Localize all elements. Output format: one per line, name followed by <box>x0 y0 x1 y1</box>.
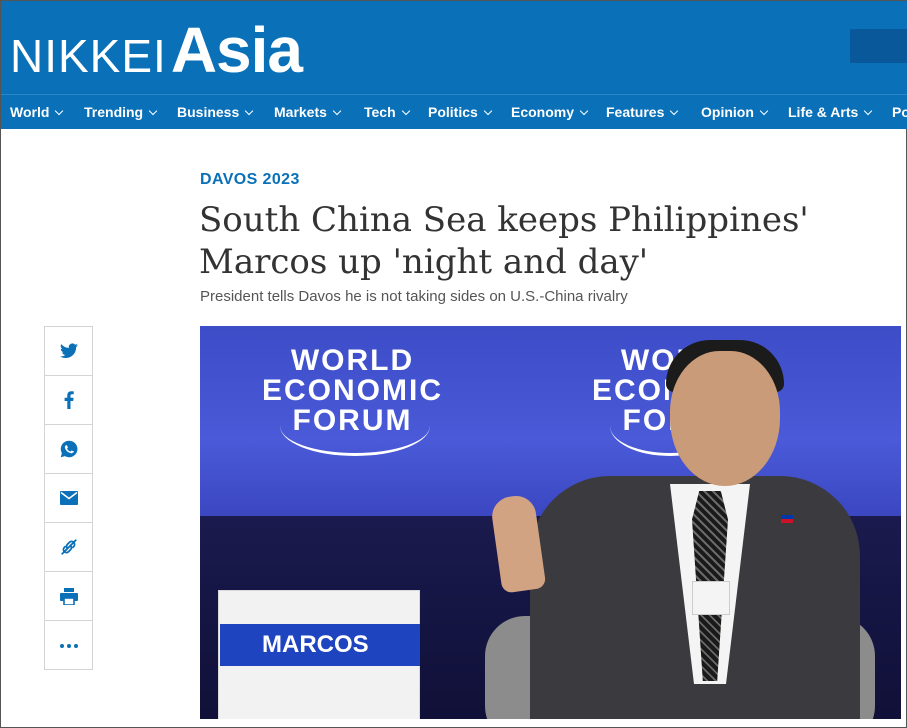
share-twitter-button[interactable] <box>45 327 92 376</box>
article-kicker[interactable]: DAVOS 2023 <box>200 171 300 189</box>
nav-politics[interactable]: Politics <box>428 95 493 129</box>
nav-trending[interactable]: Trending <box>84 95 158 129</box>
philippines-flag-pin <box>781 515 793 523</box>
nav-label: Opinion <box>701 104 754 120</box>
nav-features[interactable]: Features <box>606 95 679 129</box>
nav-label: World <box>10 104 50 120</box>
chevron-down-icon <box>579 106 589 116</box>
main-nav: World Trending Business Markets Tech Pol… <box>1 94 907 129</box>
share-email-button[interactable] <box>45 474 92 523</box>
nav-label: Features <box>606 104 665 120</box>
article-subhead: President tells Davos he is not taking s… <box>200 288 628 305</box>
share-facebook-button[interactable] <box>45 376 92 425</box>
hero-image: WORLD ECONOMIC FORUM WORLD ECONOMIC FORU… <box>200 326 901 719</box>
chevron-down-icon <box>670 106 679 116</box>
nav-label: Trending <box>84 104 144 120</box>
nav-label: Economy <box>511 104 575 120</box>
whatsapp-icon <box>60 440 77 458</box>
share-rail <box>44 326 93 670</box>
logo-asia-text: Asia <box>170 14 303 86</box>
nikkei-asia-logo[interactable]: NIKKEIAsia <box>10 13 303 87</box>
chevron-down-icon <box>55 106 64 116</box>
speaker-badge <box>692 581 730 615</box>
share-copy-link-button[interactable] <box>45 523 92 572</box>
share-whatsapp-button[interactable] <box>45 425 92 474</box>
twitter-icon <box>59 343 78 359</box>
masthead: NIKKEIAsia <box>1 1 907 94</box>
speaker-head <box>670 351 780 486</box>
nav-label: Po <box>892 104 907 120</box>
email-icon <box>59 491 78 505</box>
chevron-down-icon <box>483 106 493 116</box>
nav-politics-overflow[interactable]: Po <box>892 95 907 129</box>
header-search-box[interactable] <box>850 29 907 63</box>
nav-label: Markets <box>274 104 327 120</box>
nav-label: Life & Arts <box>788 104 859 120</box>
chevron-down-icon <box>245 106 254 116</box>
more-options-button[interactable] <box>45 621 92 670</box>
name-plate-text: MARCOS <box>262 631 369 658</box>
article-headline: South China Sea keeps Philippines' Marco… <box>199 200 809 282</box>
chevron-down-icon <box>401 106 410 116</box>
copy-link-icon <box>60 539 77 555</box>
nav-tech[interactable]: Tech <box>364 95 410 129</box>
print-button[interactable] <box>45 572 92 621</box>
wef-line-1: WORLD <box>290 344 415 377</box>
chevron-down-icon <box>864 106 873 116</box>
facebook-icon <box>64 391 74 409</box>
chevron-down-icon <box>148 106 158 116</box>
nav-markets[interactable]: Markets <box>274 95 342 129</box>
more-icon <box>59 643 78 648</box>
logo-nikkei-text: NIKKEI <box>10 30 167 82</box>
nav-world[interactable]: World <box>10 95 64 129</box>
nav-opinion[interactable]: Opinion <box>701 95 769 129</box>
nav-label: Tech <box>364 104 396 120</box>
nav-economy[interactable]: Economy <box>511 95 589 129</box>
nav-business[interactable]: Business <box>177 95 254 129</box>
chevron-down-icon <box>759 106 769 116</box>
nav-label: Business <box>177 104 240 120</box>
print-icon <box>59 587 78 605</box>
wef-arc-left <box>280 396 430 456</box>
nav-life-arts[interactable]: Life & Arts <box>788 95 873 129</box>
nav-label: Politics <box>428 104 478 120</box>
chevron-down-icon <box>332 106 342 116</box>
